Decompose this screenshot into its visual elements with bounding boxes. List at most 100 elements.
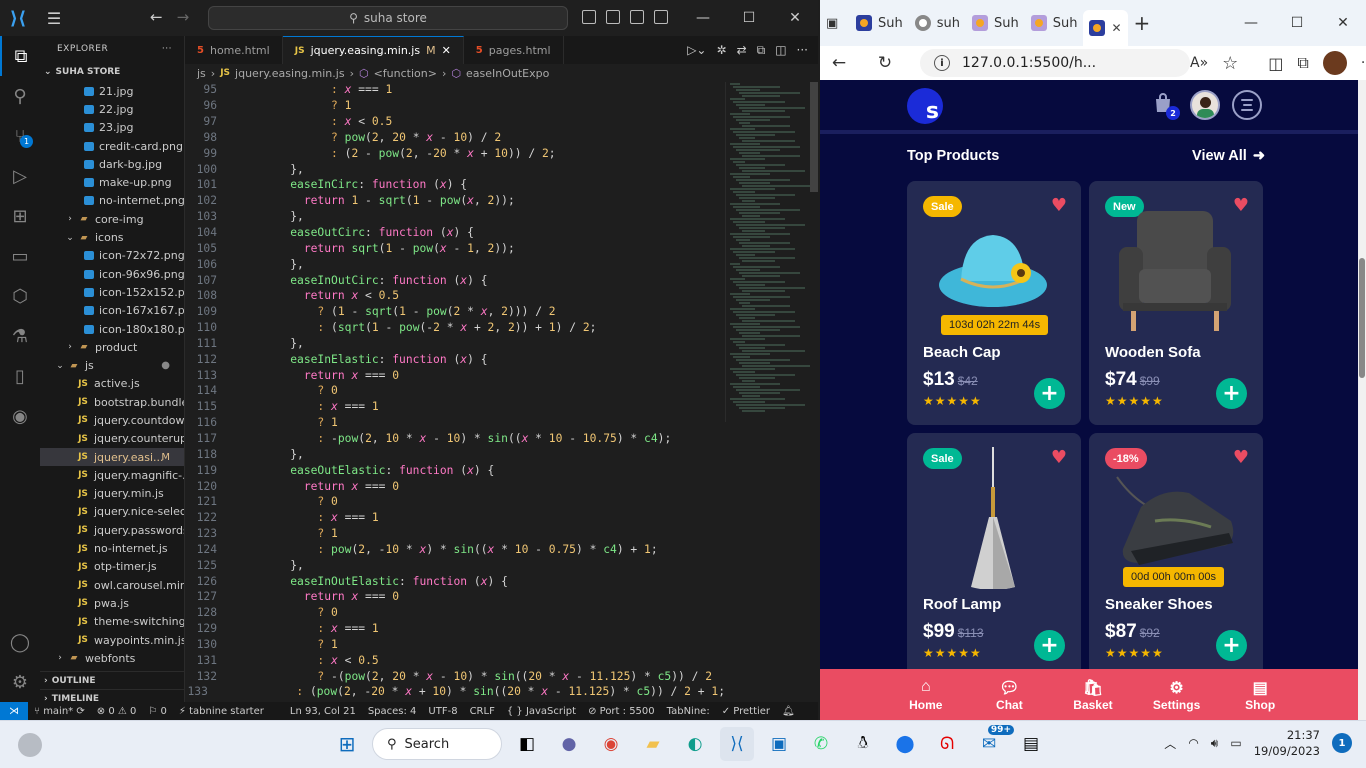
product-name[interactable]: Beach Cap: [923, 344, 1001, 361]
nav-home[interactable]: ⌂ Home: [896, 669, 956, 720]
wishlist-heart-icon[interactable]: ♥: [1051, 195, 1067, 216]
minimap[interactable]: [725, 82, 810, 422]
toggle-panel-icon[interactable]: [606, 10, 620, 24]
close-button[interactable]: ✕: [1320, 0, 1366, 46]
debug-icon[interactable]: ✲: [717, 43, 727, 58]
user-avatar[interactable]: [1190, 90, 1220, 120]
breadcrumb-item[interactable]: jquery.easing.min.js: [235, 67, 345, 80]
wishlist-heart-icon[interactable]: ♥: [1051, 447, 1067, 468]
code-line[interactable]: 129 : x === 1: [185, 621, 725, 637]
chrome-icon[interactable]: ◉: [594, 727, 628, 761]
code-line[interactable]: 125 },: [185, 557, 725, 573]
tree-item[interactable]: 21.jpg: [40, 82, 184, 100]
code-line[interactable]: 122 : x === 1: [185, 510, 725, 526]
clock[interactable]: 21:37 19/09/2023: [1254, 727, 1320, 759]
tree-item[interactable]: 22.jpg: [40, 100, 184, 118]
weather-widget-icon[interactable]: [18, 733, 42, 757]
branch-item[interactable]: ⑂ main* ⟳: [28, 706, 91, 717]
whatsapp-icon[interactable]: ✆: [804, 727, 838, 761]
close-tab-icon[interactable]: ✕: [1111, 21, 1121, 35]
wifi-icon[interactable]: ◠: [1188, 736, 1198, 750]
collections-icon[interactable]: ⧉: [1297, 53, 1308, 73]
language-mode[interactable]: { } JavaScript: [501, 706, 582, 717]
browser-tab[interactable]: Suh: [966, 8, 1025, 38]
code-line[interactable]: 98 ? pow(2, 20 * x - 10) / 2: [185, 130, 725, 146]
tree-item[interactable]: dark-bg.jpg: [40, 155, 184, 173]
url-bar[interactable]: i 127.0.0.1:5500/h...: [920, 49, 1190, 77]
notification-badge[interactable]: 1: [1332, 733, 1352, 753]
product-card[interactable]: New ♥ Wooden Sofa $74 $99 ★★★★★ +: [1089, 181, 1263, 425]
info-icon[interactable]: i: [934, 55, 950, 71]
tree-item[interactable]: JS jquery.magnific-...: [40, 466, 184, 484]
add-to-cart-button[interactable]: +: [1034, 378, 1065, 409]
split-editor-icon[interactable]: ◫: [775, 43, 786, 58]
tree-item[interactable]: JS jquery.easi... M: [40, 447, 184, 467]
more-actions-icon[interactable]: ···: [797, 43, 808, 58]
add-to-cart-button[interactable]: +: [1216, 378, 1247, 409]
code-line[interactable]: 100 },: [185, 161, 725, 177]
volume-icon[interactable]: 🔊︎: [1211, 736, 1219, 751]
view-all-link[interactable]: View All ➜: [1192, 148, 1265, 164]
command-center-search[interactable]: ⚲ suha store: [208, 6, 568, 30]
tree-item[interactable]: JS bootstrap.bundle...: [40, 393, 184, 411]
code-line[interactable]: 120 return x === 0: [185, 478, 725, 494]
code-editor[interactable]: 95 : x === 1 96 ? 1 97 : x < 0.5 98 ? pow(2…: [185, 82, 725, 702]
code-line[interactable]: 112 easeInElastic: function (x) {: [185, 351, 725, 367]
tree-item[interactable]: JS waypoints.min.js: [40, 631, 184, 649]
editor-scrollbar[interactable]: [810, 82, 818, 192]
wishlist-heart-icon[interactable]: ♥: [1233, 447, 1249, 468]
code-line[interactable]: 109 ? (1 - sqrt(1 - pow(2 * x, 2))) / 2: [185, 304, 725, 320]
code-line[interactable]: 99 : (2 - pow(2, -20 * x + 10)) / 2;: [185, 145, 725, 161]
open-changes-icon[interactable]: ⧉: [757, 43, 766, 58]
menu-icon[interactable]: ☰: [36, 0, 72, 36]
nav-shop[interactable]: ▤ Shop: [1230, 669, 1290, 720]
linux-penguin-icon[interactable]: 🐧︎: [846, 727, 880, 761]
more-actions-icon[interactable]: ···: [162, 44, 172, 54]
breadcrumb-item[interactable]: js: [197, 67, 206, 80]
product-card[interactable]: -18% ♥ 00d 00h 00m 00s Sneaker Shoes $87…: [1089, 433, 1263, 677]
minimize-button[interactable]: —: [1228, 0, 1274, 46]
close-tab-icon[interactable]: ✕: [442, 44, 451, 57]
cursor-position[interactable]: Ln 93, Col 21: [284, 706, 362, 717]
code-line[interactable]: 106 },: [185, 256, 725, 272]
code-line[interactable]: 114 ? 0: [185, 383, 725, 399]
more-icon[interactable]: ···: [1361, 55, 1366, 71]
code-line[interactable]: 131 : x < 0.5: [185, 652, 725, 668]
live-server-port[interactable]: ⊘ Port : 5500: [582, 706, 661, 717]
tree-item[interactable]: ⌄ ▰ icons: [40, 228, 184, 246]
code-line[interactable]: 126 easeInOutElastic: function (x) {: [185, 573, 725, 589]
code-line[interactable]: 132 ? -(pow(2, 20 * x - 10) * sin((20 * …: [185, 668, 725, 684]
menu-toggle-icon[interactable]: [1232, 90, 1262, 120]
manage-gear-icon[interactable]: ⚙: [0, 662, 40, 702]
toggle-sidebar-icon[interactable]: [582, 10, 596, 24]
source-control-icon[interactable]: ⑂ 1: [0, 116, 40, 156]
maximize-button[interactable]: ☐: [1274, 0, 1320, 46]
timeline-section[interactable]: › TIMELINE: [40, 689, 184, 702]
encoding[interactable]: UTF-8: [422, 706, 463, 717]
nav-basket[interactable]: 🛍︎ Basket: [1063, 669, 1123, 720]
extensions-icon[interactable]: ⊞: [0, 196, 40, 236]
code-line[interactable]: 116 ? 1: [185, 415, 725, 431]
github-icon[interactable]: ◉: [0, 396, 40, 436]
browser-tab[interactable]: Suh: [1025, 8, 1084, 38]
tabnine-item[interactable]: ⚡ tabnine starter: [173, 706, 270, 717]
testing-icon[interactable]: ⚗: [0, 316, 40, 356]
add-to-cart-button[interactable]: +: [1034, 630, 1065, 661]
code-line[interactable]: 97 : x < 0.5: [185, 114, 725, 130]
tree-item[interactable]: ⌄ ▰ js ●: [40, 356, 184, 374]
code-line[interactable]: 105 return sqrt(1 - pow(x - 1, 2));: [185, 240, 725, 256]
browser-tab-active[interactable]: ✕: [1083, 10, 1128, 46]
remote-explorer-icon[interactable]: ▭: [0, 236, 40, 276]
tab-actions-menu-icon[interactable]: ▣: [820, 8, 850, 38]
tree-item[interactable]: › ▰ core-img: [40, 210, 184, 228]
tree-item[interactable]: JS jquery.min.js: [40, 485, 184, 503]
prettier-status[interactable]: ✓ Prettier: [716, 706, 776, 717]
search-icon[interactable]: ⚲: [0, 76, 40, 116]
notepad-icon[interactable]: ▤: [1014, 727, 1048, 761]
minimize-button[interactable]: —: [680, 0, 726, 36]
code-line[interactable]: 102 return 1 - sqrt(1 - pow(x, 2));: [185, 193, 725, 209]
tree-item[interactable]: icon-96x96.png: [40, 265, 184, 283]
accounts-icon[interactable]: ◯: [0, 622, 40, 662]
tree-item[interactable]: icon-180x180.p...: [40, 320, 184, 338]
code-line[interactable]: 108 return x < 0.5: [185, 288, 725, 304]
